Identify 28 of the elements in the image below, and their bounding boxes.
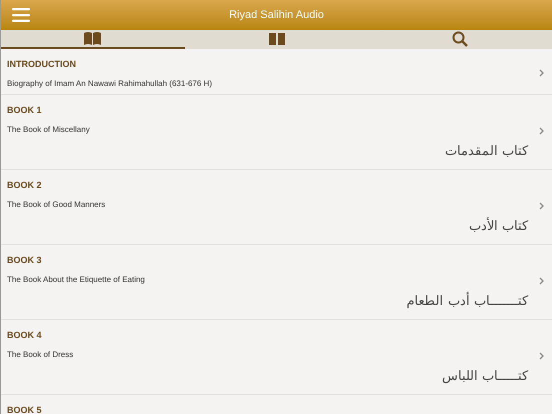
- chapter-heading: BOOK 3: [7, 254, 42, 266]
- chapter-heading: BOOK 5: [7, 404, 42, 414]
- chapter-row[interactable]: BOOK 5: [1, 395, 552, 414]
- search-icon: [452, 30, 468, 46]
- chapter-title: The Book of Dress: [7, 349, 74, 360]
- chevron-icon: [539, 202, 544, 210]
- chapter-title: The Book of Good Manners: [7, 199, 106, 210]
- chevron-icon: [539, 352, 544, 360]
- chapter-row[interactable]: INTRODUCTION Biography of Imam An Nawawi Rahimahullah (631-676 H): [1, 49, 552, 95]
- open-book-icon: [83, 31, 102, 46]
- chevron-icon: [539, 69, 544, 77]
- chapter-heading: INTRODUCTION: [7, 58, 76, 70]
- arabic-title: كتاب الأدب: [468, 218, 528, 236]
- chevron-icon: [539, 127, 544, 135]
- chapter-heading: BOOK 1: [7, 104, 42, 116]
- chapter-title: The Book of Miscellany: [7, 124, 90, 135]
- chapter-title: Biography of Imam An Nawawi Rahimahullah (631-676 H): [7, 78, 212, 89]
- chapter-heading: BOOK 2: [7, 179, 42, 191]
- chapter-heading: BOOK 4: [7, 329, 42, 341]
- arabic-title: كتـــــــاب أدب الطعام: [406, 293, 528, 311]
- chevron-icon: [539, 277, 544, 285]
- arabic-title: كتاب المقدمات: [444, 143, 528, 161]
- book-icon: [268, 32, 286, 46]
- app-title: Riyad Salihin Audio: [229, 8, 324, 23]
- tab[interactable]: [1, 30, 185, 49]
- chapter-title: The Book About the Etiquette of Eating: [7, 274, 145, 285]
- menu-icon[interactable]: [12, 8, 30, 22]
- arabic-title: كتـــــاب اللباس: [442, 368, 528, 386]
